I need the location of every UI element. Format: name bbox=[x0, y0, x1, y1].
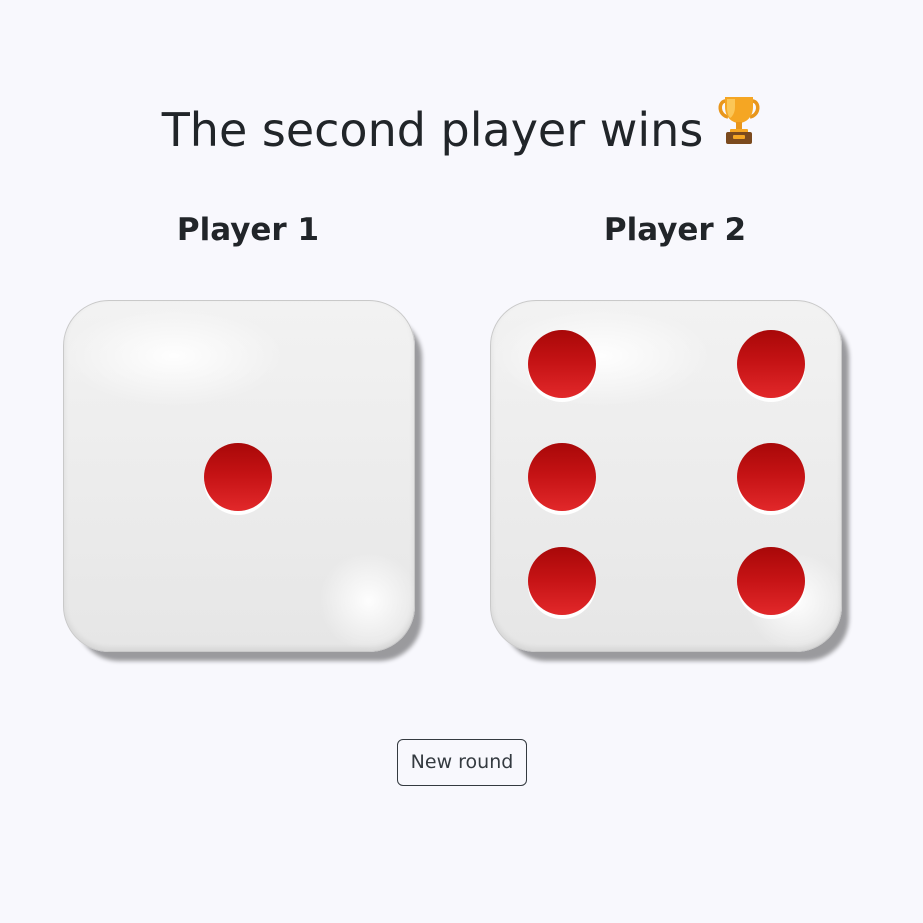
die-pip bbox=[528, 330, 596, 398]
die-pip bbox=[528, 547, 596, 615]
die-pip bbox=[737, 547, 805, 615]
die-pip bbox=[737, 443, 805, 511]
result-heading: The second player wins bbox=[0, 95, 923, 167]
player-2-label: Player 2 bbox=[603, 212, 747, 248]
die-pip bbox=[528, 443, 596, 511]
new-round-button[interactable]: New round bbox=[397, 739, 527, 786]
die-pip bbox=[204, 443, 272, 511]
die-pip bbox=[737, 330, 805, 398]
player-2-die bbox=[490, 300, 842, 652]
result-text: The second player wins bbox=[161, 103, 704, 157]
trophy-icon bbox=[717, 95, 761, 161]
player-1-label: Player 1 bbox=[176, 212, 320, 248]
player-1-die bbox=[63, 300, 415, 652]
